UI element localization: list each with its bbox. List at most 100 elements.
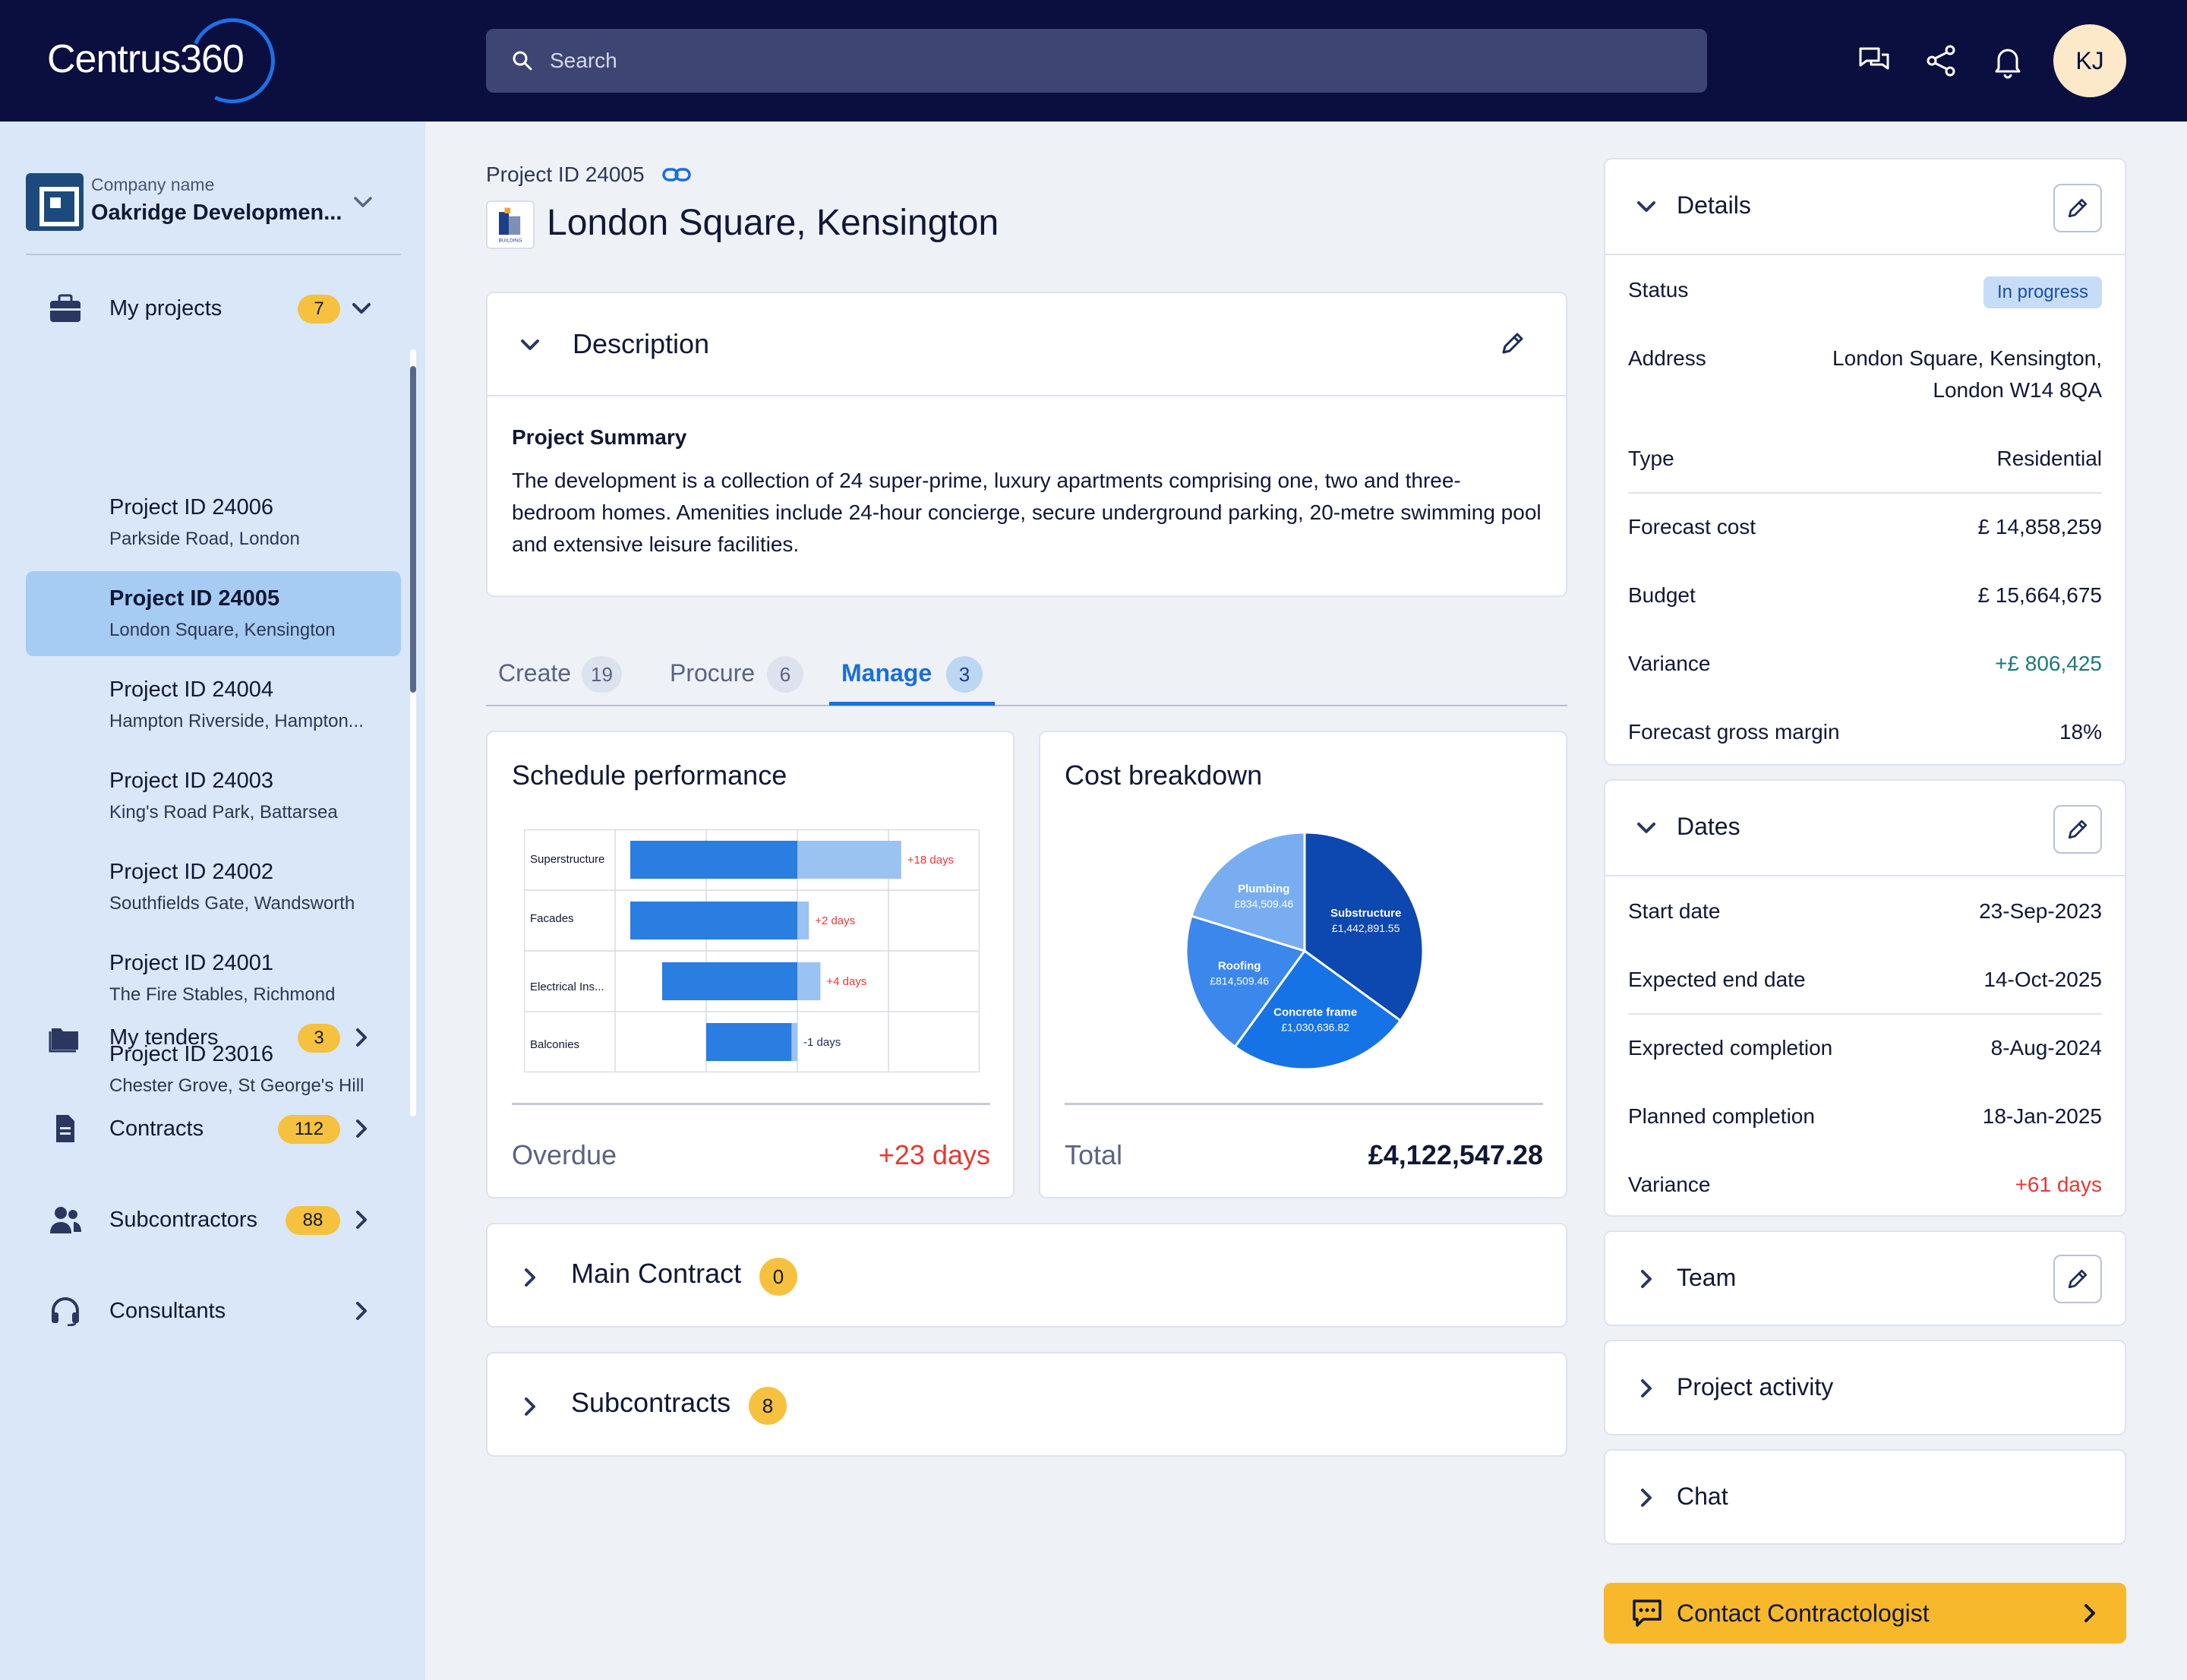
- sidebar-item-my-projects[interactable]: My projects 7: [26, 281, 401, 336]
- category-label: Superstructure: [530, 853, 604, 866]
- edit-dates-button[interactable]: [2053, 805, 2102, 854]
- chat-panel[interactable]: Chat: [1604, 1449, 2126, 1545]
- project-activity-panel[interactable]: Project activity: [1604, 1340, 2126, 1435]
- user-avatar[interactable]: KJ: [2053, 24, 2126, 97]
- chevron-down-icon[interactable]: [516, 331, 544, 358]
- chevron-right-icon[interactable]: [348, 1115, 375, 1142]
- top-bar: Centrus360 KJ: [0, 0, 2187, 122]
- row-label: Status: [1628, 278, 1689, 302]
- chevron-down-icon[interactable]: [1633, 193, 1660, 220]
- sidebar-item-label: Subcontractors: [109, 1208, 258, 1232]
- sidebar-divider: [26, 254, 401, 255]
- widget-divider: [1065, 1103, 1543, 1105]
- chevron-right-icon[interactable]: [1633, 1375, 1660, 1402]
- link-icon[interactable]: [662, 164, 691, 185]
- project-item-active[interactable]: Project ID 24005 London Square, Kensingt…: [26, 571, 401, 656]
- row-value: 14-Oct-2025: [1983, 968, 2102, 991]
- edit-pencil-icon: [2068, 819, 2088, 839]
- tab-label: Create: [498, 659, 572, 687]
- chevron-right-icon[interactable]: [1633, 1484, 1660, 1511]
- schedule-performance-card: Schedule performance Superstructure +18 d…: [486, 731, 1015, 1198]
- overdue-value: +23 days: [878, 1139, 990, 1170]
- row-value: 23-Sep-2023: [1979, 899, 2102, 923]
- cta-label: Contact Contractologist: [1677, 1599, 1930, 1627]
- subcontracts-card[interactable]: Subcontracts 8: [486, 1352, 1567, 1457]
- folders-icon: [49, 1028, 78, 1053]
- variance-bar: [797, 962, 821, 1000]
- project-item[interactable]: Project ID 24002 Southfields Gate, Wands…: [26, 845, 401, 930]
- search-input[interactable]: [550, 29, 1674, 93]
- project-id: Project ID 24003: [109, 769, 274, 793]
- chevron-right-icon[interactable]: [1633, 1265, 1660, 1293]
- panel-divider: [1605, 254, 2125, 255]
- count-badge: 0: [759, 1258, 797, 1296]
- sidebar-item-subcontractors[interactable]: Subcontractors 88: [26, 1192, 401, 1247]
- sidebar-item-consultants[interactable]: Consultants: [26, 1284, 401, 1338]
- edit-pencil-icon[interactable]: [1497, 328, 1528, 358]
- chevron-right-icon[interactable]: [348, 1206, 375, 1233]
- project-id: Project ID 24006: [109, 495, 274, 519]
- app-logo[interactable]: Centrus360: [47, 6, 290, 115]
- dates-panel: Dates Start date 23-Sep-2023 Expected en…: [1604, 779, 2126, 1217]
- edit-details-button[interactable]: [2053, 184, 2102, 232]
- row-value: £ 14,858,259: [1977, 515, 2103, 538]
- summary-text: The development is a collection of 24 su…: [512, 469, 1542, 556]
- slice-value: £834,509.46: [1234, 898, 1293, 910]
- project-id: Project ID 24005: [109, 586, 280, 611]
- plan-bar: [662, 962, 797, 1000]
- users-icon: [50, 1207, 81, 1233]
- edit-team-button[interactable]: [2053, 1255, 2102, 1303]
- tab-count-badge: 6: [767, 656, 803, 693]
- chevron-down-icon[interactable]: [349, 188, 377, 216]
- tab-procure[interactable]: Procure 6: [670, 650, 806, 696]
- project-item[interactable]: Project ID 24006 Parkside Road, London: [26, 480, 401, 565]
- sidebar-item-my-tenders[interactable]: My tenders 3: [26, 1010, 401, 1065]
- sidebar-scrollbar-thumb[interactable]: [410, 366, 416, 693]
- row-value: +£ 806,425: [1995, 652, 2102, 675]
- row-label: Budget: [1628, 583, 1696, 607]
- project-item[interactable]: Project ID 24003 King's Road Park, Batta…: [26, 753, 401, 838]
- main-contract-card[interactable]: Main Contract 0: [486, 1223, 1567, 1328]
- team-panel[interactable]: Team: [1604, 1230, 2126, 1326]
- company-switcher[interactable]: Company name Oakridge Developmen...: [26, 170, 401, 234]
- data-label: +18 days: [907, 854, 954, 867]
- chevron-down-icon[interactable]: [1633, 814, 1660, 842]
- chevron-right-icon[interactable]: [348, 1297, 375, 1325]
- overdue-label: Overdue: [512, 1139, 617, 1170]
- project-item[interactable]: Project ID 24004 Hampton Riverside, Hamp…: [26, 662, 401, 747]
- data-label: -1 days: [803, 1036, 841, 1049]
- project-item[interactable]: Project ID 24001 The Fire Stables, Richm…: [26, 936, 401, 1021]
- details-heading: Details: [1677, 191, 1751, 219]
- briefcase-icon: [50, 294, 80, 322]
- row-label: Expected end date: [1628, 968, 1806, 991]
- chevron-down-icon[interactable]: [348, 295, 375, 322]
- widget-divider: [512, 1103, 990, 1105]
- tab-create[interactable]: Create 19: [498, 650, 635, 696]
- address-line-2: London W14 8QA: [1933, 378, 2102, 402]
- messages-icon[interactable]: [1856, 43, 1892, 79]
- project-activity-heading: Project activity: [1677, 1373, 1834, 1401]
- sidebar-item-contracts[interactable]: Contracts 112: [26, 1101, 401, 1156]
- slice-value: £1,442,891.55: [1332, 922, 1400, 934]
- sidebar: Company name Oakridge Developmen... My p…: [0, 122, 425, 1680]
- tab-count-badge: 19: [582, 656, 622, 693]
- company-label: Company name: [91, 175, 215, 194]
- search-bar[interactable]: [486, 29, 1707, 93]
- details-row-type: Type Residential: [1628, 437, 2102, 483]
- tab-manage[interactable]: Manage 3: [841, 650, 993, 696]
- contact-contractologist-button[interactable]: Contact Contractologist: [1604, 1583, 2126, 1644]
- row-value: £ 15,664,675: [1977, 583, 2103, 607]
- logo-caption: BUILDING: [499, 238, 522, 244]
- project-location: Chester Grove, St George's Hill: [109, 1075, 364, 1096]
- slice-value: £814,509.46: [1210, 975, 1269, 987]
- plan-bar: [706, 1023, 792, 1061]
- chevron-right-icon[interactable]: [516, 1264, 544, 1291]
- chevron-right-icon[interactable]: [348, 1024, 375, 1051]
- chevron-right-icon[interactable]: [516, 1393, 544, 1420]
- tab-count-badge: 3: [946, 656, 983, 693]
- details-row-address: Address London Square, Kensington, Londo…: [1628, 337, 2102, 413]
- row-divider: [1628, 492, 2102, 494]
- row-value: 18-Jan-2025: [1982, 1104, 2102, 1128]
- share-icon[interactable]: [1923, 43, 1959, 79]
- bell-icon[interactable]: [1990, 43, 2026, 79]
